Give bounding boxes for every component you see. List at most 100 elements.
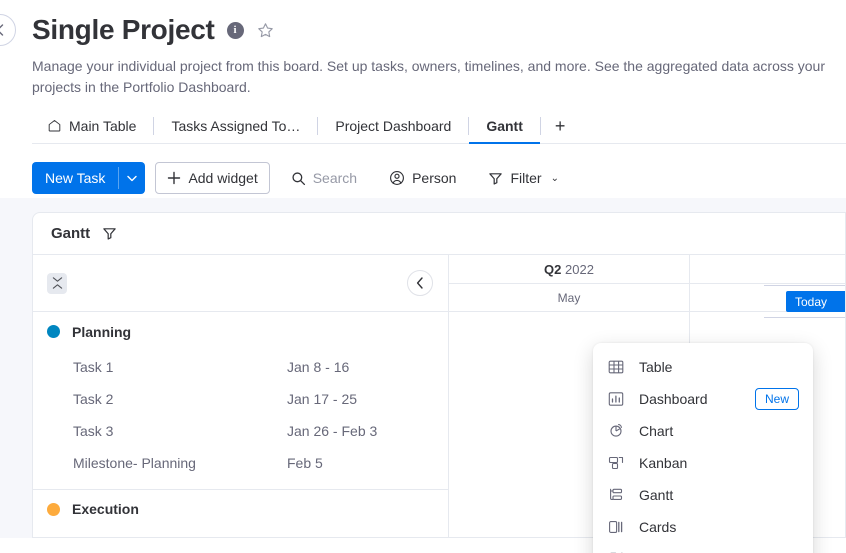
filter-button[interactable]: Filter ⌄ bbox=[477, 162, 570, 194]
task-name: Task 2 bbox=[73, 391, 114, 407]
search-button[interactable]: Search bbox=[280, 162, 368, 194]
info-icon[interactable]: i bbox=[226, 21, 244, 39]
menu-item-kanban[interactable]: Kanban bbox=[593, 447, 813, 479]
tab-label: Project Dashboard bbox=[335, 117, 452, 134]
board-toolbar: New Task Add widget Search Person Filter… bbox=[0, 144, 846, 198]
page-title: Single Project bbox=[32, 14, 215, 45]
add-widget-button[interactable]: Add widget bbox=[155, 162, 270, 194]
tab-label: Gantt bbox=[486, 117, 523, 134]
star-icon[interactable] bbox=[256, 21, 275, 40]
chevron-down-glyph bbox=[127, 175, 138, 181]
person-icon bbox=[389, 170, 405, 186]
board-header: Single Project i Manage your individual … bbox=[0, 0, 846, 144]
search-input[interactable]: Search bbox=[313, 170, 357, 186]
timeline-today-bar[interactable]: Today bbox=[786, 291, 845, 312]
menu-item-label: Kanban bbox=[639, 455, 688, 471]
filter-glyph bbox=[489, 172, 503, 185]
new-task-label: New Task bbox=[45, 170, 106, 186]
timeline-quarter-year: 2022 bbox=[565, 261, 594, 277]
menu-item-cards[interactable]: Cards bbox=[593, 511, 813, 543]
menu-item-gantt[interactable]: Gantt bbox=[593, 479, 813, 511]
tab-main-table[interactable]: Main Table bbox=[32, 109, 153, 144]
filter-icon bbox=[488, 171, 503, 186]
board-description: Manage your individual project from this… bbox=[32, 58, 825, 95]
chart-pie-icon bbox=[607, 422, 625, 440]
task-dates: Jan 26 - Feb 3 bbox=[287, 423, 378, 439]
kanban-glyph bbox=[608, 456, 624, 470]
add-view-button[interactable]: + bbox=[541, 109, 580, 143]
table-glyph bbox=[608, 360, 624, 374]
cards-glyph bbox=[609, 521, 623, 533]
chevron-down-glyph bbox=[52, 277, 62, 282]
widget-filter-icon[interactable] bbox=[102, 226, 117, 241]
gantt-task-panel-header bbox=[33, 255, 448, 312]
timeline-prev-button[interactable] bbox=[407, 270, 433, 296]
home-glyph bbox=[48, 120, 61, 132]
filter-glyph bbox=[103, 228, 116, 240]
chevron-left-icon bbox=[0, 24, 4, 36]
menu-item-form[interactable]: Form bbox=[593, 543, 813, 553]
timeline-rule bbox=[764, 317, 845, 318]
gantt-group-header[interactable]: Planning bbox=[33, 312, 448, 351]
menu-item-dashboard[interactable]: Dashboard New bbox=[593, 383, 813, 415]
gantt-group-header[interactable]: Execution bbox=[33, 489, 448, 528]
timeline-month-label: May bbox=[557, 290, 581, 305]
menu-item-table[interactable]: Table bbox=[593, 351, 813, 383]
cards-icon bbox=[607, 518, 625, 536]
dashboard-icon bbox=[607, 390, 625, 408]
menu-item-chart[interactable]: Chart bbox=[593, 415, 813, 447]
board-canvas: Gantt Planning Task 1 Jan 8 - 16 Task 2 … bbox=[0, 198, 846, 553]
menu-item-label: Cards bbox=[639, 519, 677, 535]
task-dates: Jan 17 - 25 bbox=[287, 391, 358, 407]
table-row[interactable]: Task 2 Jan 17 - 25 bbox=[33, 383, 448, 415]
add-widget-label: Add widget bbox=[188, 170, 258, 186]
task-dates: Jan 8 - 16 bbox=[287, 359, 350, 375]
search-glyph bbox=[292, 171, 305, 185]
task-name: Task 3 bbox=[73, 423, 114, 439]
gantt-icon bbox=[607, 486, 625, 504]
person-label: Person bbox=[412, 170, 457, 186]
chevron-up-glyph bbox=[52, 284, 62, 289]
status-badge: New bbox=[754, 388, 799, 410]
timeline-rule bbox=[764, 285, 845, 286]
person-glyph bbox=[390, 171, 405, 185]
view-tabs: Main Table Tasks Assigned To… Project Da… bbox=[32, 109, 846, 144]
menu-item-label: Chart bbox=[639, 423, 674, 439]
filter-label: Filter bbox=[510, 170, 542, 186]
tab-tasks-assigned-to[interactable]: Tasks Assigned To… bbox=[154, 109, 317, 144]
chevron-left-icon bbox=[416, 277, 423, 289]
tab-project-dashboard[interactable]: Project Dashboard bbox=[318, 109, 468, 144]
group-color-dot bbox=[47, 502, 60, 516]
title-row: Single Project i bbox=[32, 0, 846, 48]
chevron-down-icon[interactable]: ⌄ bbox=[551, 173, 559, 184]
gantt-widget-title: Gantt bbox=[51, 225, 91, 242]
group-name: Planning bbox=[72, 323, 132, 340]
group-name: Execution bbox=[72, 501, 139, 517]
task-name: Milestone- Planning bbox=[73, 455, 196, 471]
table-row[interactable]: Task 3 Jan 26 - Feb 3 bbox=[33, 415, 448, 447]
task-name: Task 1 bbox=[73, 359, 114, 375]
back-button[interactable] bbox=[0, 14, 16, 46]
menu-item-label: Dashboard bbox=[639, 391, 708, 407]
timeline-quarter-row: Q2 2022 bbox=[449, 255, 845, 284]
table-row[interactable]: Task 1 Jan 8 - 16 bbox=[33, 351, 448, 383]
add-view-menu: Table Dashboard New Chart Kanban Gantt C… bbox=[593, 343, 813, 553]
gantt-task-panel: Planning Task 1 Jan 8 - 16 Task 2 Jan 17… bbox=[33, 255, 449, 537]
chevron-down-icon[interactable] bbox=[119, 162, 145, 194]
gantt-glyph bbox=[610, 488, 623, 500]
dashboard-glyph bbox=[608, 392, 624, 406]
star-glyph bbox=[257, 22, 273, 37]
table-icon bbox=[607, 358, 625, 376]
collapse-rows-button[interactable] bbox=[47, 272, 67, 294]
timeline-quarter-q: Q2 bbox=[544, 261, 562, 277]
table-row[interactable]: Milestone- Planning Feb 5 bbox=[33, 447, 448, 479]
task-dates: Feb 5 bbox=[287, 455, 323, 471]
tab-label: Main Table bbox=[69, 117, 137, 134]
person-filter-button[interactable]: Person bbox=[378, 162, 467, 194]
menu-item-label: Table bbox=[639, 359, 673, 375]
tab-gantt[interactable]: Gantt bbox=[469, 109, 540, 144]
new-task-button[interactable]: New Task bbox=[32, 162, 146, 194]
chart-pie-glyph bbox=[610, 424, 622, 437]
kanban-icon bbox=[607, 454, 625, 472]
tab-label: Tasks Assigned To… bbox=[171, 117, 301, 134]
